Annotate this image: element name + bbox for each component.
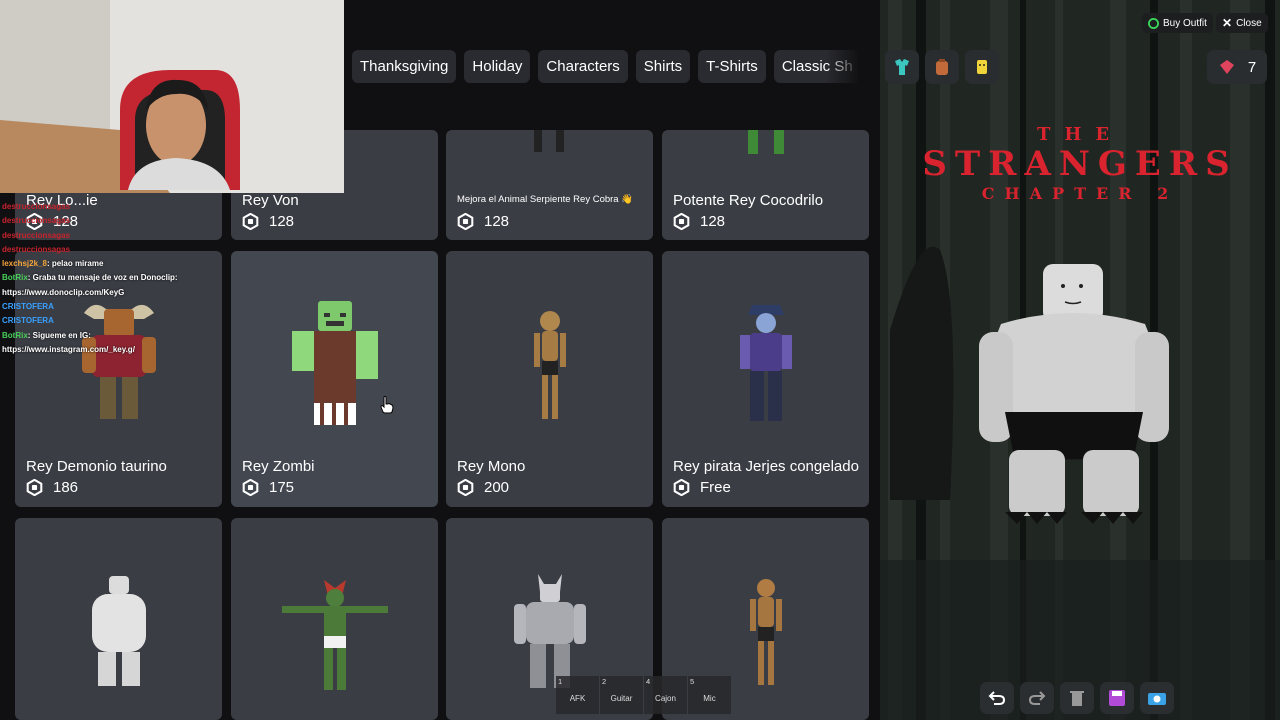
hotbar-slot-afk[interactable]: 1 AFK xyxy=(556,676,599,714)
item-thumbnail xyxy=(747,130,784,154)
hotbar: 1 AFK 2 Guitar 4 Cajon 5 Mic xyxy=(556,676,731,714)
item-name: Rey Zombi xyxy=(242,458,315,475)
avatar-preview-panel: Buy Outfit ✕ Close 7 THE STRANGERS CHAPT… xyxy=(880,0,1280,720)
stream-chat: destruccionsagas destruccionsagas destru… xyxy=(2,200,232,357)
item-name: Mejora el Animal Serpiente Rey Cobra 👋 xyxy=(457,194,634,205)
item-price: Free xyxy=(673,479,731,496)
chat-line: https://www.instagram.com/_key.g/ xyxy=(2,344,135,354)
item-card-row3-1[interactable] xyxy=(15,518,222,720)
item-thumbnail xyxy=(281,580,388,690)
item-price: 186 xyxy=(26,479,78,496)
buy-outfit-button[interactable]: Buy Outfit xyxy=(1142,13,1213,33)
chat-line: destruccionsagas xyxy=(2,230,71,240)
item-thumbnail xyxy=(513,574,586,688)
item-thumbnail xyxy=(533,130,564,152)
chat-line: CRISTOFERA xyxy=(2,316,54,326)
save-button[interactable] xyxy=(1100,682,1134,714)
chat-line: destruccionsagas xyxy=(2,244,71,254)
gem-icon xyxy=(1219,60,1234,74)
robux-icon xyxy=(457,479,474,496)
item-name: Rey Demonio taurino xyxy=(26,458,167,475)
item-thumbnail xyxy=(739,305,792,421)
tab-classic-shirts[interactable]: Classic Sh xyxy=(773,50,858,83)
save-icon xyxy=(1109,690,1125,706)
redo-button[interactable] xyxy=(1020,682,1054,714)
robux-icon xyxy=(673,213,690,230)
item-card-rey-pirata[interactable]: Rey pirata Jerjes congelado Free xyxy=(662,251,869,507)
item-card-rey-cobra[interactable]: Mejora el Animal Serpiente Rey Cobra 👋 1… xyxy=(446,130,653,240)
hotbar-slot-cajon[interactable]: 4 Cajon xyxy=(644,676,687,714)
item-thumbnail xyxy=(91,576,146,686)
head-icon xyxy=(977,60,987,74)
banner-title: STRANGERS xyxy=(922,144,1238,184)
item-thumbnail xyxy=(291,301,378,425)
tab-thanksgiving[interactable]: Thanksgiving xyxy=(352,50,457,83)
robux-icon xyxy=(457,213,474,230)
robux-icon xyxy=(673,479,690,496)
undo-button[interactable] xyxy=(980,682,1014,714)
close-icon: ✕ xyxy=(1222,16,1233,30)
item-name: Rey Mono xyxy=(457,458,526,475)
item-price: 200 xyxy=(457,479,509,496)
backpack-icon xyxy=(936,59,948,75)
chat-line: BotRix: Graba tu mensaje de voz en Donoc… xyxy=(2,273,178,283)
delete-button[interactable] xyxy=(1060,682,1094,714)
chat-line: lexchsj2k_8: pelao mirame xyxy=(2,259,104,269)
item-price: 175 xyxy=(242,479,294,496)
hand-cursor-icon xyxy=(380,396,394,414)
item-card-row3-2[interactable] xyxy=(231,518,438,720)
banner-the: THE xyxy=(1036,124,1124,145)
tab-holiday[interactable]: Holiday xyxy=(464,50,531,83)
catalog-panel: Rey Lo...ie 128 Rey Von 128 Mejora el An… xyxy=(0,0,880,720)
robux-icon xyxy=(1148,17,1159,29)
tab-characters[interactable]: Characters xyxy=(538,50,628,83)
chat-line: CRISTOFERA xyxy=(2,302,54,312)
avatar-model xyxy=(979,264,1169,524)
item-thumbnail xyxy=(533,311,566,419)
webcam-overlay xyxy=(0,0,344,193)
screenshot-button[interactable] xyxy=(1140,682,1174,714)
chat-line: destruccionsagas xyxy=(2,202,71,211)
tab-t-shirts[interactable]: T-Shirts xyxy=(698,50,766,83)
item-price: 128 xyxy=(673,213,725,230)
robux-icon xyxy=(242,479,259,496)
bag-tool-button[interactable] xyxy=(925,50,959,84)
category-tabs: Thanksgiving Holiday Characters Shirts T… xyxy=(352,50,858,83)
body-tool-button[interactable] xyxy=(885,50,919,84)
close-button[interactable]: ✕ Close xyxy=(1216,13,1268,33)
item-card-rey-mono[interactable]: Rey Mono 200 xyxy=(446,251,653,507)
camera-icon xyxy=(1148,693,1166,705)
hotbar-slot-guitar[interactable]: 2 Guitar xyxy=(600,676,643,714)
tab-shirts[interactable]: Shirts xyxy=(635,50,691,83)
banner-subtitle: CHAPTER 2 xyxy=(981,184,1179,203)
item-name: Rey Von xyxy=(242,192,299,209)
trash-icon xyxy=(1070,691,1084,706)
item-card-rey-cocodrilo[interactable]: Potente Rey Cocodrilo 128 xyxy=(662,130,869,240)
item-price: 128 xyxy=(242,213,294,230)
item-name: Rey pirata Jerjes congelado xyxy=(673,458,859,475)
item-thumbnail xyxy=(749,579,782,685)
shirt-icon xyxy=(895,59,909,75)
webcam-image xyxy=(0,0,344,193)
chat-line: https://www.donoclip.com/KeyG xyxy=(2,287,125,297)
robux-icon xyxy=(242,213,259,230)
undo-icon xyxy=(988,691,1006,705)
redo-icon xyxy=(1028,691,1046,705)
item-price: 128 xyxy=(457,213,509,230)
chat-line: destruccionsagas xyxy=(2,216,71,226)
hotbar-slot-mic[interactable]: 5 Mic xyxy=(688,676,731,714)
item-name: Potente Rey Cocodrilo xyxy=(673,192,824,209)
emote-counter[interactable]: 7 xyxy=(1207,50,1267,84)
chat-line: BotRix: Sigueme en IG: xyxy=(2,330,91,340)
robux-icon xyxy=(26,479,43,496)
head-tool-button[interactable] xyxy=(965,50,999,84)
item-card-rey-zombi[interactable]: Rey Zombi 175 xyxy=(231,251,438,507)
